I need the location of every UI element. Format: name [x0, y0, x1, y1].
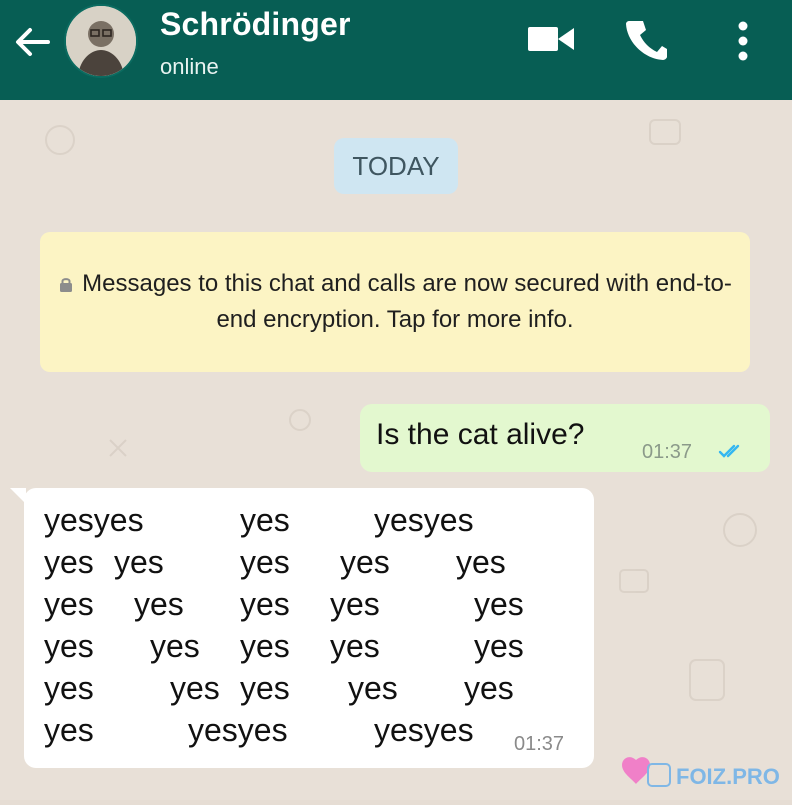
- message-word: yes: [330, 628, 380, 664]
- encryption-notice[interactable]: Messages to this chat and calls are now …: [40, 232, 750, 372]
- message-word: yes: [150, 628, 200, 664]
- watermark-text: FOIZ.PRO: [676, 764, 780, 789]
- message-word: yesyes: [374, 502, 474, 538]
- outgoing-message-text: Is the cat alive?: [376, 418, 585, 451]
- message-word: yes: [240, 670, 290, 706]
- message-word: yes: [474, 586, 524, 622]
- chat-header: Schrödinger online: [0, 0, 792, 100]
- message-line: yes yes yes yes yes: [44, 586, 584, 628]
- message-line: yes yes yes yes yes: [44, 544, 584, 586]
- phone-icon[interactable]: [626, 18, 668, 60]
- incoming-message-time: 01:37: [514, 733, 565, 755]
- message-word: yes: [240, 544, 290, 580]
- message-line: yes yesyes yesyes: [44, 712, 584, 754]
- encryption-notice-text: Messages to this chat and calls are now …: [82, 270, 732, 333]
- message-line: yes yes yes yes yes: [44, 628, 584, 670]
- message-word: yes: [44, 586, 94, 622]
- message-word: yes: [170, 670, 220, 706]
- message-word: yes: [44, 628, 94, 664]
- message-word: yes: [456, 544, 506, 580]
- contact-name[interactable]: Schrödinger: [160, 6, 351, 43]
- message-word: yes: [240, 586, 290, 622]
- message-word: yes: [44, 712, 94, 748]
- message-word: yesyes: [44, 502, 144, 538]
- lock-icon: [60, 278, 73, 292]
- message-word: yes: [240, 502, 290, 538]
- message-word: yes: [340, 544, 390, 580]
- message-word: yes: [348, 670, 398, 706]
- message-word: yes: [330, 586, 380, 622]
- presence-status: online: [160, 54, 219, 79]
- message-word: yesyes: [188, 712, 288, 748]
- outgoing-message-time: 01:37: [642, 441, 693, 463]
- watermark-logo: FOIZ.PRO: [622, 757, 780, 789]
- message-line: yesyes yes yesyes: [44, 502, 584, 544]
- message-word: yes: [474, 628, 524, 664]
- message-word: yes: [114, 544, 164, 580]
- profile-photo: [66, 6, 136, 76]
- video-camera-icon[interactable]: [528, 26, 574, 52]
- outgoing-message[interactable]: Is the cat alive? 01:37: [360, 404, 770, 472]
- arrow-left-icon[interactable]: [12, 24, 52, 60]
- incoming-message[interactable]: yesyes yes yesyes yes yes yes yes yes ye…: [24, 488, 594, 768]
- avatar[interactable]: [64, 4, 138, 78]
- message-word: yes: [44, 544, 94, 580]
- message-word: yesyes: [374, 712, 474, 748]
- date-separator: TODAY: [334, 138, 458, 194]
- double-check-icon: [718, 444, 740, 458]
- message-word: yes: [44, 670, 94, 706]
- message-word: yes: [134, 586, 184, 622]
- message-word: yes: [464, 670, 514, 706]
- more-vert-icon[interactable]: [736, 20, 750, 62]
- message-line: yes yes yes yes yes: [44, 670, 584, 712]
- message-word: yes: [240, 628, 290, 664]
